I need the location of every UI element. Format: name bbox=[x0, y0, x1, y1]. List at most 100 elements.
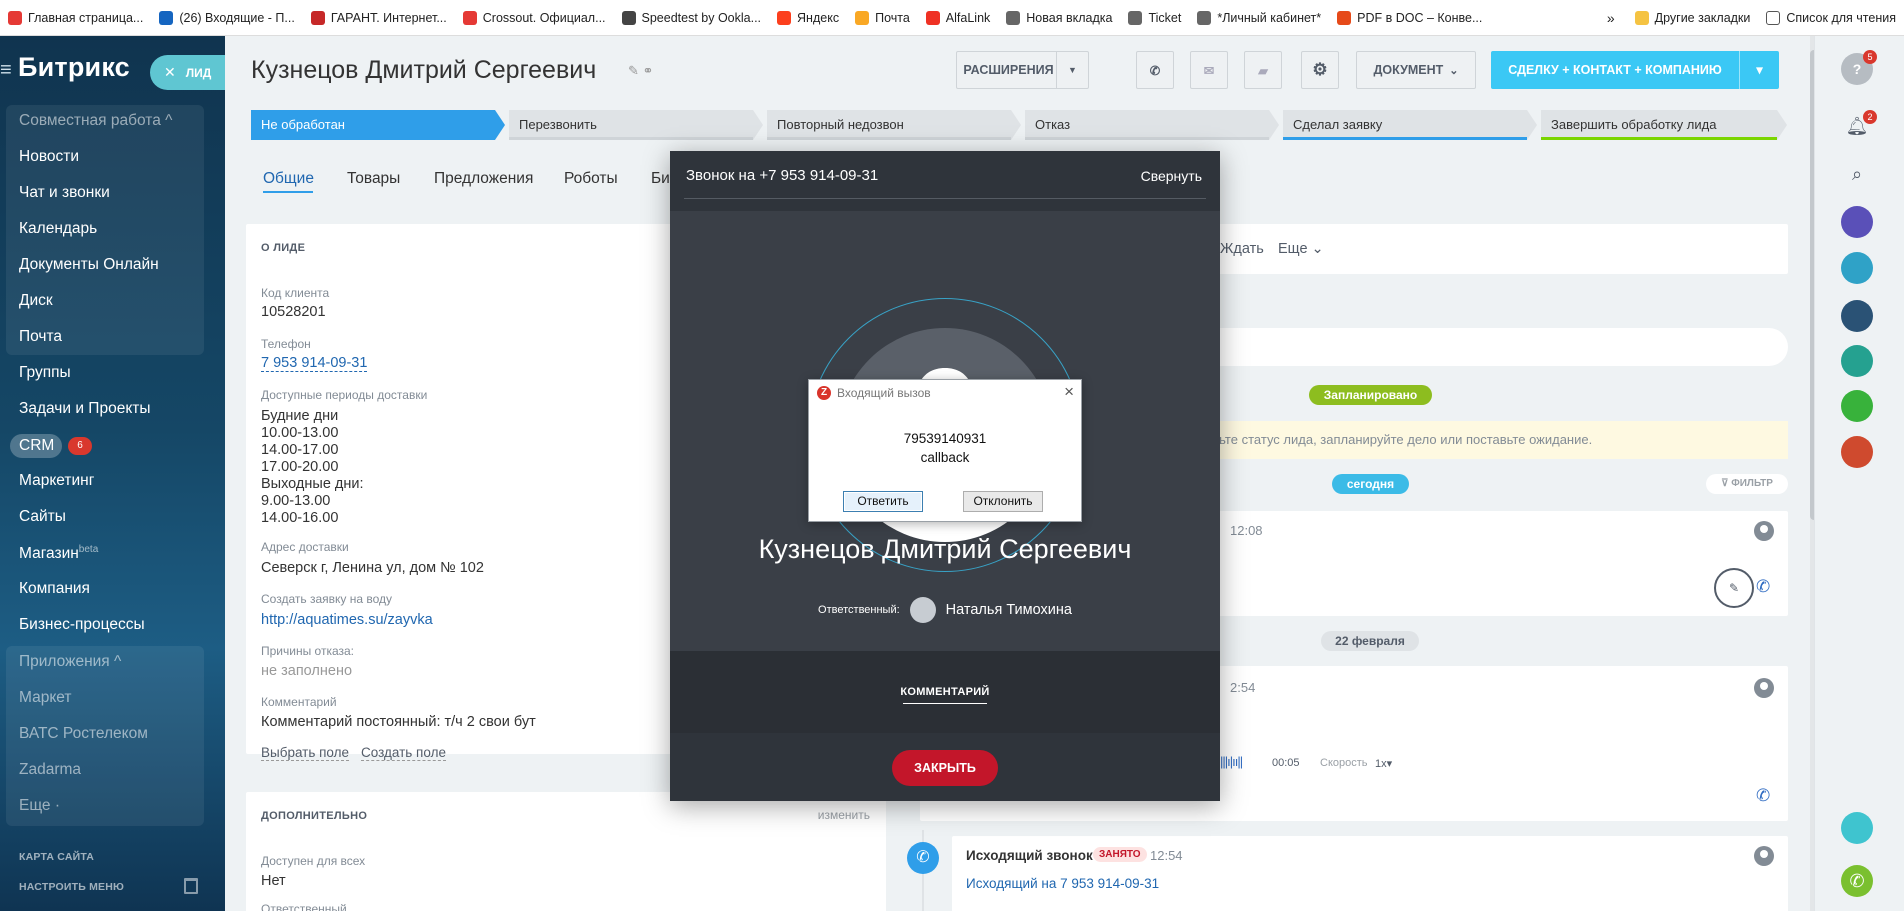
period-line: Выходные дни: bbox=[261, 476, 364, 492]
sidebar-item-market[interactable]: Маркет bbox=[19, 689, 72, 707]
open-lines-icon[interactable] bbox=[1841, 812, 1873, 844]
today-pill: сегодня bbox=[1332, 474, 1409, 494]
comment-section: КОММЕНТАРИЙ bbox=[670, 651, 1220, 733]
bookmark-item[interactable]: AlfaLink bbox=[918, 0, 998, 35]
bookmark-item[interactable]: ГАРАНТ. Интернет... bbox=[303, 0, 455, 35]
sidebar-item-tasks[interactable]: Задачи и Проекты bbox=[19, 400, 151, 418]
stage-item[interactable]: Повторный недозвон bbox=[767, 110, 1021, 140]
wait-tab[interactable]: Ждать bbox=[1220, 241, 1264, 257]
edit-title-icon[interactable]: ✎ ⚭ bbox=[628, 63, 653, 79]
sidebar-item-apps[interactable]: Приложения ^ bbox=[19, 653, 121, 671]
sidebar-item-calendar[interactable]: Календарь bbox=[19, 220, 97, 238]
stage-item[interactable]: Сделал заявку bbox=[1283, 110, 1537, 140]
bookmark-item[interactable]: Crossout. Официал... bbox=[455, 0, 614, 35]
tab-item[interactable]: Общие bbox=[263, 170, 314, 188]
sidebar-item-news[interactable]: Новости bbox=[19, 148, 79, 166]
bookmark-item[interactable]: Главная страница... bbox=[0, 0, 151, 35]
responsible-name[interactable]: Наталья Тимохина bbox=[946, 602, 1072, 618]
close-icon[interactable]: ✕ bbox=[164, 64, 176, 81]
bookmark-item[interactable]: Новая вкладка bbox=[998, 0, 1120, 35]
filter-button[interactable]: ⊽ ФИЛЬТР bbox=[1706, 474, 1788, 494]
menu-icon[interactable]: ≡ bbox=[0, 59, 18, 82]
user-icon[interactable] bbox=[1841, 390, 1873, 422]
bookmarks-more-button[interactable]: » bbox=[1595, 10, 1627, 26]
decline-button[interactable]: Отклонить bbox=[963, 491, 1043, 512]
user-icon[interactable] bbox=[1841, 252, 1873, 284]
sidebar-item-crm[interactable]: CRM bbox=[10, 434, 62, 458]
sidebar-item-company[interactable]: Компания bbox=[19, 580, 90, 598]
other-bookmarks[interactable]: Другие закладки bbox=[1627, 0, 1759, 35]
sidebar-item-more[interactable]: Еще · bbox=[19, 797, 60, 815]
tab-item[interactable]: Товары bbox=[347, 170, 400, 188]
chevron-down-icon[interactable]: ▾ bbox=[1739, 51, 1779, 89]
select-field-link[interactable]: Выбрать поле bbox=[261, 745, 350, 761]
stage-item[interactable]: Отказ bbox=[1025, 110, 1279, 140]
bookmark-item[interactable]: Почта bbox=[847, 0, 918, 35]
sidebar-item-disk[interactable]: Диск bbox=[19, 292, 53, 310]
sidebar-item-zadarma[interactable]: Zadarma bbox=[19, 761, 81, 779]
menu-settings-link[interactable]: НАСТРОИТЬ МЕНЮ bbox=[19, 881, 124, 893]
collapse-button[interactable]: Свернуть bbox=[1141, 168, 1202, 184]
bookmark-item[interactable]: (26) Входящие - П... bbox=[151, 0, 302, 35]
bookmark-item[interactable]: Speedtest by Ookla... bbox=[614, 0, 770, 35]
comment-tab[interactable]: КОММЕНТАРИЙ bbox=[670, 686, 1220, 698]
chat-button[interactable]: ▰ bbox=[1244, 51, 1282, 89]
stage-item[interactable]: Завершить обработку лида bbox=[1541, 110, 1787, 140]
bookmark-item[interactable]: Ticket bbox=[1120, 0, 1189, 35]
sidebar-item-shop[interactable]: Магазинbeta bbox=[19, 544, 98, 563]
search-icon[interactable]: ⌕ bbox=[1841, 158, 1873, 190]
section-title: ДОПОЛНИТЕЛЬНО bbox=[261, 810, 368, 822]
tab-item[interactable]: Роботы bbox=[564, 170, 618, 188]
sidebar-item-mail[interactable]: Почта bbox=[19, 328, 62, 346]
stage-item[interactable]: Перезвонить bbox=[509, 110, 763, 140]
lead-pill[interactable]: ✕ ЛИД bbox=[150, 55, 225, 90]
close-icon[interactable]: × bbox=[1064, 382, 1074, 402]
answer-button[interactable]: Ответить bbox=[843, 491, 923, 512]
group-chat-icon[interactable] bbox=[1841, 300, 1873, 332]
phone-icon[interactable]: ✆ bbox=[1841, 865, 1873, 897]
tab-item[interactable]: Би bbox=[651, 170, 670, 188]
close-button[interactable]: ЗАКРЫТЬ bbox=[892, 750, 998, 786]
sidebar-item-docs[interactable]: Документы Онлайн bbox=[19, 256, 159, 274]
call-app-icon[interactable] bbox=[1841, 206, 1873, 238]
order-link[interactable]: http://aquatimes.su/zayvka bbox=[261, 612, 433, 628]
sidebar-item-collab[interactable]: Совместная работа ^ bbox=[19, 112, 172, 130]
logo[interactable]: ≡ Битрикс bbox=[0, 52, 130, 83]
email-button[interactable]: ✉ bbox=[1190, 51, 1228, 89]
sidebar-item-sites[interactable]: Сайты bbox=[19, 508, 66, 526]
bookmark-label: ГАРАНТ. Интернет... bbox=[330, 10, 447, 25]
reading-list[interactable]: Список для чтения bbox=[1758, 0, 1904, 35]
bookmark-label: Новая вкладка bbox=[1026, 10, 1113, 25]
user-icon[interactable] bbox=[1841, 436, 1873, 468]
change-link[interactable]: изменить bbox=[818, 808, 870, 822]
bookmark-item[interactable]: Яндекс bbox=[769, 0, 847, 35]
user-icon[interactable] bbox=[1841, 345, 1873, 377]
sidebar-item-vats[interactable]: ВАТС Ростелеком bbox=[19, 725, 148, 743]
settings-button[interactable]: ⚙ bbox=[1301, 51, 1339, 89]
create-field-link[interactable]: Создать поле bbox=[361, 745, 446, 761]
create-deal-button[interactable]: СДЕЛКУ + КОНТАКТ + КОМПАНИЮ ▾ bbox=[1491, 51, 1779, 89]
outgoing-link[interactable]: Исходящий на 7 953 914-09-31 bbox=[966, 876, 1159, 891]
audio-waveform[interactable]: |||ı|ıı|| bbox=[1220, 754, 1243, 769]
sidebar-item-chat[interactable]: Чат и звонки bbox=[19, 184, 110, 202]
sidebar-item-bp[interactable]: Бизнес-процессы bbox=[19, 616, 145, 634]
call-card-footer: ЗАКРЫТЬ bbox=[670, 733, 1220, 801]
extensions-button[interactable]: РАСШИРЕНИЯ ▼ bbox=[956, 51, 1089, 89]
more-tab[interactable]: Еще ⌄ bbox=[1278, 241, 1324, 257]
sitemap-link[interactable]: КАРТА САЙТА bbox=[19, 851, 94, 863]
sidebar-item-groups[interactable]: Группы bbox=[19, 364, 71, 382]
filter-icon: ⊽ bbox=[1721, 478, 1732, 489]
order-label: Создать заявку на воду bbox=[261, 592, 392, 606]
speed-select[interactable]: 1x▾ bbox=[1375, 757, 1392, 770]
document-button[interactable]: ДОКУМЕНТ ⌄ bbox=[1356, 51, 1476, 89]
delivery-periods-label: Доступные периоды доставки bbox=[261, 388, 428, 402]
trash-icon[interactable] bbox=[184, 878, 198, 894]
stage-item[interactable]: Не обработан bbox=[251, 110, 505, 140]
phone-button[interactable]: ✆ bbox=[1136, 51, 1174, 89]
bookmark-item[interactable]: PDF в DOC – Конве... bbox=[1329, 0, 1490, 35]
phone-link[interactable]: 7 953 914-09-31 bbox=[261, 355, 368, 372]
bookmark-item[interactable]: *Личный кабинет* bbox=[1189, 0, 1329, 35]
sidebar-item-marketing[interactable]: Маркетинг bbox=[19, 472, 94, 490]
tab-item[interactable]: Предложения bbox=[434, 170, 533, 188]
pin-icon[interactable]: ✎ bbox=[1714, 568, 1754, 608]
